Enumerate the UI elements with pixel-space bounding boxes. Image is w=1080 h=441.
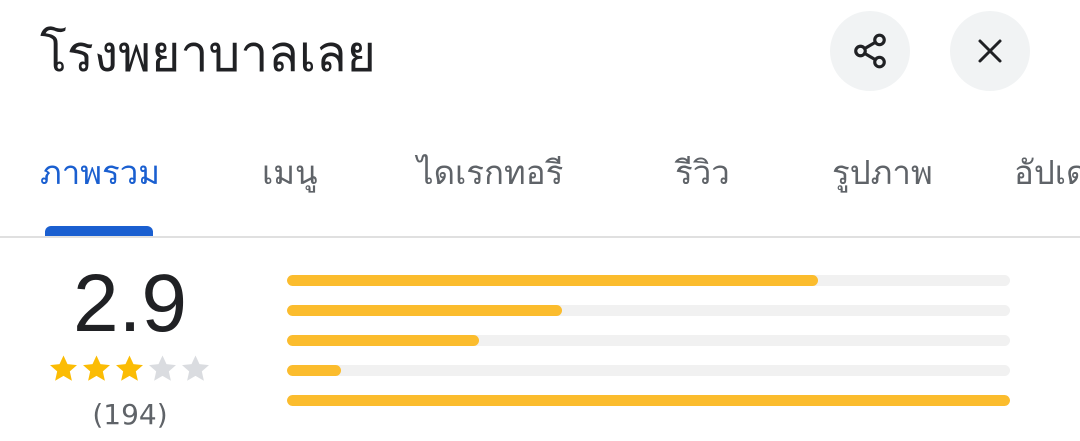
rating-bar-fill-5 (287, 275, 819, 286)
page-title: โรงพยาบาลเลย (40, 25, 376, 83)
rating-bar-fill-3 (287, 335, 479, 346)
tab-bar: ภาพรวม เมนู ไดเรกทอรี รีวิว รูปภาพ อัปเด (0, 140, 1080, 238)
rating-bar-3 (287, 335, 1010, 346)
share-icon (854, 33, 886, 69)
star-filled-icon (83, 355, 110, 381)
rating-bar-1 (287, 395, 1010, 406)
star-rating (47, 352, 212, 385)
close-icon (978, 39, 1002, 63)
rating-bar-5 (287, 275, 1010, 286)
rating-distribution (287, 275, 1010, 425)
tab-overview[interactable]: ภาพรวม (40, 148, 160, 198)
rating-bar-4 (287, 305, 1010, 316)
rating-bar-2 (287, 365, 1010, 376)
tab-menu[interactable]: เมนู (262, 148, 318, 198)
star-filled-icon (50, 355, 77, 381)
tab-reviews[interactable]: รีวิว (675, 148, 730, 198)
rating-bar-fill-4 (287, 305, 562, 316)
rating-bar-fill-2 (287, 365, 342, 376)
tab-photos[interactable]: รูปภาพ (832, 148, 933, 198)
active-tab-indicator (45, 226, 153, 236)
star-empty-icon (149, 355, 176, 381)
place-panel: โรงพยาบาลเลย ภาพรวม เมนู ไดเรกทอรี รีวิว… (0, 0, 1080, 441)
tab-updates[interactable]: อัปเด (1014, 148, 1080, 198)
rating-value: 2.9 (73, 258, 187, 349)
review-count[interactable]: (194) (90, 395, 170, 435)
tab-directory[interactable]: ไดเรกทอรี (417, 148, 563, 198)
rating-bar-fill-1 (287, 395, 1010, 406)
star-empty-icon (182, 355, 209, 381)
close-button[interactable] (950, 11, 1030, 91)
star-filled-icon (116, 355, 143, 381)
share-button[interactable] (830, 11, 910, 91)
